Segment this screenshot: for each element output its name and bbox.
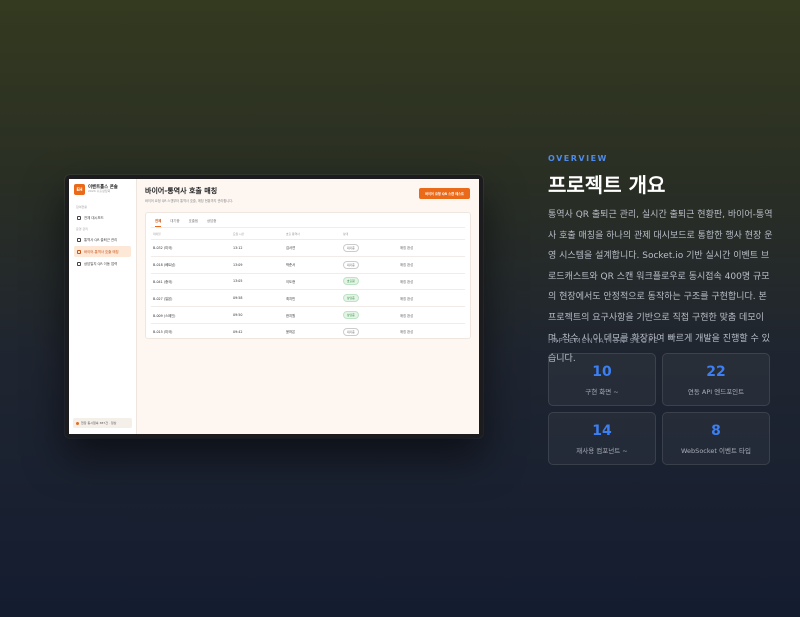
cell-interpreter: 한지원 [286, 313, 296, 318]
cell-time: 13:12 [233, 245, 243, 250]
grid-icon [77, 215, 81, 220]
match-complete-link[interactable]: 매칭 완성 [400, 245, 463, 250]
stat-label: WebSocket 이벤트 타입 [681, 446, 751, 455]
matching-table-card: 전체 대기중 호출됨 상담중 테이블 요청 시간 호출 통역사 상태 B-032… [145, 212, 471, 339]
cell-table: B-015 (미국) [153, 330, 173, 335]
table-row[interactable]: B-015 (미국) 09:42 윤하은 대기중 매칭 완성 [151, 322, 465, 340]
stat-label: 연동 API 엔드포인트 [687, 387, 745, 396]
live-dot-icon [76, 421, 79, 425]
cell-table: B-032 (미국) [153, 246, 173, 251]
status-tabs: 전체 대기중 호출됨 상담중 [151, 213, 465, 228]
table-row[interactable]: B-018 (베트남) 13:09 박준서 대기중 매칭 완성 [151, 255, 465, 273]
connection-status-text: 현장 동시접속 387건 · 정상 [81, 421, 117, 425]
table-row[interactable]: B-032 (미국) 13:12 김서연 대기중 매칭 완성 [151, 239, 465, 256]
overview-eyebrow: OVERVIEW [548, 154, 608, 163]
status-badge: 대기중 [343, 243, 359, 252]
cell-interpreter: 이도현 [286, 279, 296, 284]
stat-card-screens: 10 구현 화면 ~ [548, 353, 656, 406]
sidebar-item-label: 전체 대시보드 [84, 216, 104, 220]
sidebar-item-consult-log[interactable]: 상담일지 QR 이동 업력 [74, 258, 131, 269]
status-badge: 상담중 [343, 311, 359, 320]
cell-time: 13:05 [233, 279, 243, 284]
cell-time: 13:09 [233, 262, 243, 267]
tab-waiting[interactable]: 대기중 [170, 218, 179, 227]
brand-logo: EH [74, 184, 85, 195]
column-header: 요청 시간 [233, 231, 245, 236]
sidebar-item-call-matching[interactable]: 바이어-통역사 호출 매칭 [74, 246, 131, 257]
qr-icon [77, 237, 81, 242]
status-badge: 대기중 [343, 260, 359, 269]
connection-status: 현장 동시접속 387건 · 정상 [73, 418, 132, 428]
table-row[interactable]: B-041 (중국) 13:05 이도현 호출됨 매칭 완성 [151, 272, 465, 290]
sidebar-item-label: 상담일지 QR 이동 업력 [84, 262, 118, 266]
document-icon [77, 261, 81, 266]
column-header: 호출 통역사 [286, 231, 300, 236]
sidebar: EH 이벤트홀스 콘솔 2024 수출상담회 참여현황 전체 대시보드 운영 관… [69, 179, 137, 434]
qr-scan-test-button[interactable]: 바이어 요청 QR 스캔 테스트 [419, 188, 470, 199]
match-complete-link[interactable]: 매칭 완성 [400, 279, 463, 284]
scope-stats: 10 구현 화면 ~ 22 연동 API 엔드포인트 14 재사용 컴포넌트 ~… [548, 353, 770, 465]
sidebar-item-label: 바이어-통역사 호출 매칭 [84, 250, 119, 254]
brand: EH 이벤트홀스 콘솔 2024 수출상담회 [74, 184, 131, 195]
cell-interpreter: 최지민 [286, 296, 296, 301]
column-header: 테이블 [153, 231, 161, 236]
section-title: 프로젝트 개요 [548, 173, 666, 197]
cell-time: 09:50 [233, 313, 243, 318]
stat-label: 재사용 컴포넌트 ~ [576, 446, 628, 455]
project-description: 통역사 QR 출퇴근 관리, 실시간 출퇴근 현황판, 바이어-통역사 호출 매… [548, 210, 773, 365]
main-content: 바이어-통역사 호출 매칭 바이어 요청 QR 스캔부터 통역사 호출, 매칭 … [137, 179, 479, 434]
status-badge: 상담중 [343, 294, 359, 303]
stat-value: 10 [592, 363, 612, 380]
nav-section-status: 참여현황 [76, 205, 88, 209]
match-complete-link[interactable]: 매칭 완성 [400, 329, 463, 334]
brand-sub: 2024 수출상담회 [88, 189, 111, 194]
tab-called[interactable]: 호출됨 [189, 218, 198, 227]
cell-table: B-027 (일본) [153, 296, 173, 301]
nav-section-ops: 운영 관리 [76, 227, 88, 231]
match-complete-link[interactable]: 매칭 완성 [400, 262, 463, 267]
match-complete-link[interactable]: 매칭 완성 [400, 296, 463, 301]
cell-time: 09:42 [233, 329, 243, 334]
match-complete-link[interactable]: 매칭 완성 [400, 313, 463, 318]
stat-card-components: 14 재사용 컴포넌트 ~ [548, 412, 656, 465]
column-header: 상태 [343, 231, 349, 236]
stat-label: 구현 화면 ~ [585, 387, 619, 396]
cell-table: B-041 (중국) [153, 279, 173, 284]
cell-table: B-018 (베트남) [153, 263, 176, 268]
table-header: 테이블 요청 시간 호출 통역사 상태 [151, 228, 465, 239]
sidebar-item-label: 통역사 QR 출퇴근 관리 [84, 238, 118, 242]
cell-interpreter: 윤하은 [286, 330, 296, 335]
cell-interpreter: 박준서 [286, 263, 296, 268]
scope-label: IMPLEMENTATION SCOPE [548, 337, 660, 345]
stat-card-api: 22 연동 API 엔드포인트 [662, 353, 770, 406]
table-row[interactable]: B-009 (스페인) 09:50 한지원 상담중 매칭 완성 [151, 306, 465, 323]
stat-card-websocket: 8 WebSocket 이벤트 타입 [662, 412, 770, 465]
mockup-screen: EH 이벤트홀스 콘솔 2024 수출상담회 참여현황 전체 대시보드 운영 관… [69, 179, 479, 434]
stat-value: 14 [592, 422, 612, 439]
status-badge: 호출됨 [343, 277, 359, 286]
sidebar-item-qr-attendance[interactable]: 통역사 QR 출퇴근 관리 [74, 234, 131, 245]
dashboard-mockup: EH 이벤트홀스 콘솔 2024 수출상담회 참여현황 전체 대시보드 운영 관… [65, 175, 483, 438]
stat-value: 8 [711, 422, 721, 439]
table-row[interactable]: B-027 (일본) 09:58 최지민 상담중 매칭 완성 [151, 289, 465, 306]
tab-consulting[interactable]: 상담중 [207, 218, 216, 227]
status-badge: 대기중 [343, 327, 359, 336]
sidebar-item-dashboard[interactable]: 전체 대시보드 [74, 212, 131, 223]
tab-all[interactable]: 전체 [155, 218, 162, 227]
stat-value: 22 [706, 363, 726, 380]
cell-interpreter: 김서연 [286, 246, 296, 251]
cell-time: 09:58 [233, 296, 243, 301]
phone-icon [77, 249, 81, 254]
cell-table: B-009 (스페인) [153, 313, 176, 318]
